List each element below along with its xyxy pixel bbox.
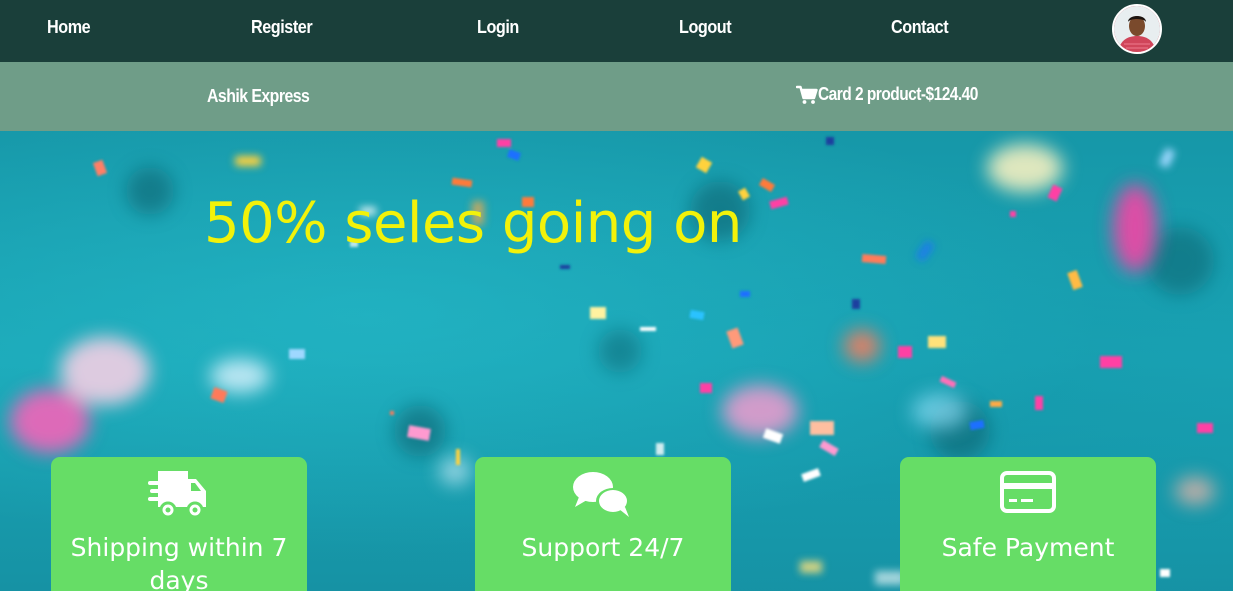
nav-logout-link[interactable]: Logout [679,17,732,38]
credit-card-icon [900,469,1156,521]
avatar-image [1114,6,1160,52]
cart-icon [795,85,818,105]
brand-name[interactable]: Ashik Express [207,86,310,107]
feature-label: Shipping within 7 days [70,533,288,591]
feature-card-payment: Safe Payment [900,457,1156,591]
chat-icon [475,469,731,521]
nav-contact-link[interactable]: Contact [891,17,949,38]
top-nav: Home Register Login Logout Contact [0,0,1233,62]
truck-icon [51,469,307,521]
feature-label: Safe Payment [941,533,1115,562]
nav-home-link[interactable]: Home [47,17,91,38]
feature-card-shipping: Shipping within 7 days [51,457,307,591]
sub-header: Ashik Express Card 2 product-$124.40 [0,62,1233,131]
feature-card-support: Support 24/7 [475,457,731,591]
avatar[interactable] [1112,4,1162,54]
hero-title: 50% seles going on [204,191,742,256]
feature-label: Support 24/7 [521,533,685,562]
nav-register-link[interactable]: Register [251,17,313,38]
nav-login-link[interactable]: Login [477,17,519,38]
page: Home Register Login Logout Contact Ashik… [0,0,1233,591]
hero-banner: 50% seles going on Shipping within 7 day… [0,131,1233,591]
cart-summary[interactable]: Card 2 product-$124.40 [795,84,1004,105]
cart-text: Card 2 product-$124.40 [818,84,978,104]
